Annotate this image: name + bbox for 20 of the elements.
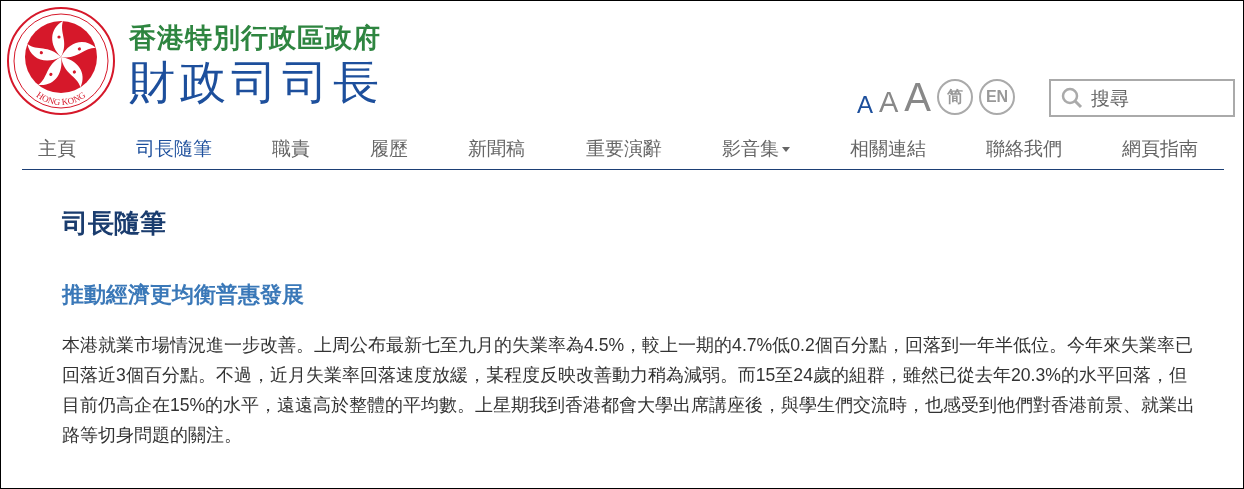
search-field[interactable]: 搜尋 bbox=[1049, 79, 1235, 117]
government-title: 香港特別行政區政府 bbox=[129, 21, 382, 55]
article-paragraph: 本港就業市場情況進一步改善。上周公布最新七至九月的失業率為4.5%，較上一期的4.7%低0.2個百分點，回落到一年半低位。今年來失業率已回落近3個百分點。不過，近月失業率回落速度放緩，某程度反映改善動力稍為減弱。而15至24歲的組群，雖然已從去年20.3%的水平回落，但目前仍高企在15%的水平，遠遠高於整體的平均數。上星期我到香港都會大學出席講座後，與學生們交流時，也感受到他們對香港前景、就業出路等切身問題的關注。 bbox=[62, 334, 1197, 447]
nav-link[interactable]: 影音集 bbox=[721, 136, 790, 162]
font-size-button[interactable]: A bbox=[878, 88, 899, 117]
nav-link[interactable]: 職責 bbox=[272, 136, 311, 162]
nav-link[interactable]: 重要演辭 bbox=[585, 136, 662, 162]
nav-link[interactable]: 主頁 bbox=[38, 136, 76, 162]
emblem-logo: HONG KONG bbox=[5, 5, 117, 117]
nav-link[interactable]: 相關連結 bbox=[849, 136, 926, 162]
nav-link[interactable]: 新聞稿 bbox=[468, 136, 526, 162]
article-title: 推動經濟更均衡普惠發展 bbox=[62, 281, 305, 309]
nav-link[interactable]: 聯絡我們 bbox=[985, 136, 1062, 162]
font-size-button[interactable]: A bbox=[856, 93, 873, 117]
font-size-button[interactable]: A bbox=[904, 77, 931, 117]
nav-link[interactable]: 司長隨筆 bbox=[136, 136, 213, 162]
section-title: 司長隨筆 bbox=[62, 207, 167, 240]
office-title: 財政司司長 bbox=[129, 55, 384, 109]
nav-link[interactable]: 網頁指南 bbox=[1122, 136, 1198, 162]
nav-link[interactable]: 履歷 bbox=[370, 136, 409, 162]
